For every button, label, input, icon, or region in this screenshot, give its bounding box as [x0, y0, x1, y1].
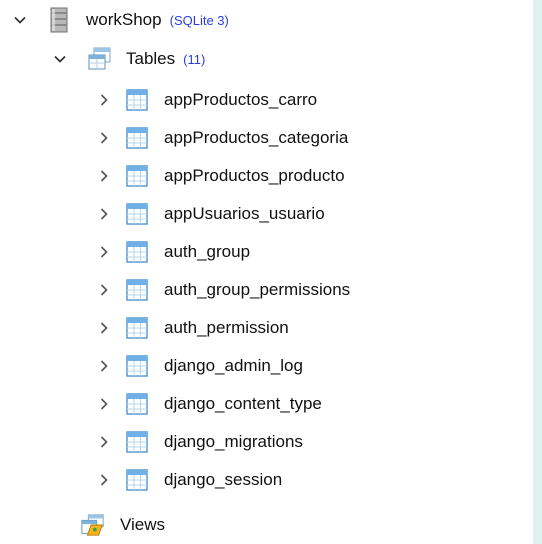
table-icon	[124, 163, 150, 189]
database-tree-panel: workShop (SQLite 3) Tables (11) appProdu…	[0, 0, 533, 544]
tree-node-tables[interactable]: Tables (11)	[52, 41, 205, 77]
tables-count: (11)	[183, 51, 206, 67]
chevron-right-icon[interactable]	[96, 282, 112, 298]
table-icon	[124, 353, 150, 379]
views-icon	[80, 512, 106, 538]
chevron-right-icon[interactable]	[96, 206, 112, 222]
tables-label: Tables	[126, 49, 176, 68]
tree-node-table[interactable]: django_admin_log	[96, 348, 303, 384]
tree-node-table[interactable]: appProductos_carro	[96, 82, 317, 118]
tables-folder-icon	[86, 46, 112, 72]
table-name: appProductos_carro	[164, 90, 318, 109]
tree-node-table[interactable]: auth_group	[96, 234, 250, 270]
chevron-right-icon[interactable]	[96, 434, 112, 450]
table-icon	[124, 87, 150, 113]
chevron-right-icon[interactable]	[96, 244, 112, 260]
table-icon	[124, 467, 150, 493]
table-name: auth_group	[164, 242, 251, 261]
views-label: Views	[120, 515, 166, 534]
chevron-right-icon[interactable]	[96, 130, 112, 146]
table-icon	[124, 239, 150, 265]
tree-node-table[interactable]: appUsuarios_usuario	[96, 196, 325, 232]
chevron-right-icon[interactable]	[96, 320, 112, 336]
database-icon	[46, 7, 72, 33]
chevron-right-icon[interactable]	[96, 396, 112, 412]
chevron-right-icon[interactable]	[96, 168, 112, 184]
table-icon	[124, 201, 150, 227]
tree-node-table[interactable]: django_migrations	[96, 424, 303, 460]
tree-node-table[interactable]: django_content_type	[96, 386, 322, 422]
chevron-right-icon[interactable]	[96, 92, 112, 108]
database-engine: (SQLite 3)	[169, 12, 229, 28]
tree-node-table[interactable]: auth_group_permissions	[96, 272, 350, 308]
chevron-right-icon[interactable]	[96, 358, 112, 374]
tree-node-views[interactable]: Views	[80, 507, 165, 543]
table-icon	[124, 315, 150, 341]
tree-node-database[interactable]: workShop (SQLite 3)	[12, 2, 229, 38]
table-name: appProductos_categoria	[164, 128, 349, 147]
table-name: auth_permission	[164, 318, 289, 337]
tree-node-table[interactable]: appProductos_categoria	[96, 120, 348, 156]
chevron-down-icon[interactable]	[52, 51, 68, 67]
table-name: appProductos_producto	[164, 166, 345, 185]
chevron-down-icon[interactable]	[12, 12, 28, 28]
table-name: django_content_type	[164, 394, 322, 413]
table-name: django_migrations	[164, 432, 303, 451]
database-name: workShop	[86, 10, 162, 29]
table-name: django_admin_log	[164, 356, 303, 375]
chevron-right-icon[interactable]	[96, 472, 112, 488]
tree-node-table[interactable]: appProductos_producto	[96, 158, 345, 194]
table-name: appUsuarios_usuario	[164, 204, 325, 223]
tree-node-table[interactable]: auth_permission	[96, 310, 289, 346]
table-name: auth_group_permissions	[164, 280, 351, 299]
table-icon	[124, 125, 150, 151]
table-icon	[124, 429, 150, 455]
table-icon	[124, 277, 150, 303]
table-icon	[124, 391, 150, 417]
table-name: django_session	[164, 470, 283, 489]
tree-node-table[interactable]: django_session	[96, 462, 282, 498]
